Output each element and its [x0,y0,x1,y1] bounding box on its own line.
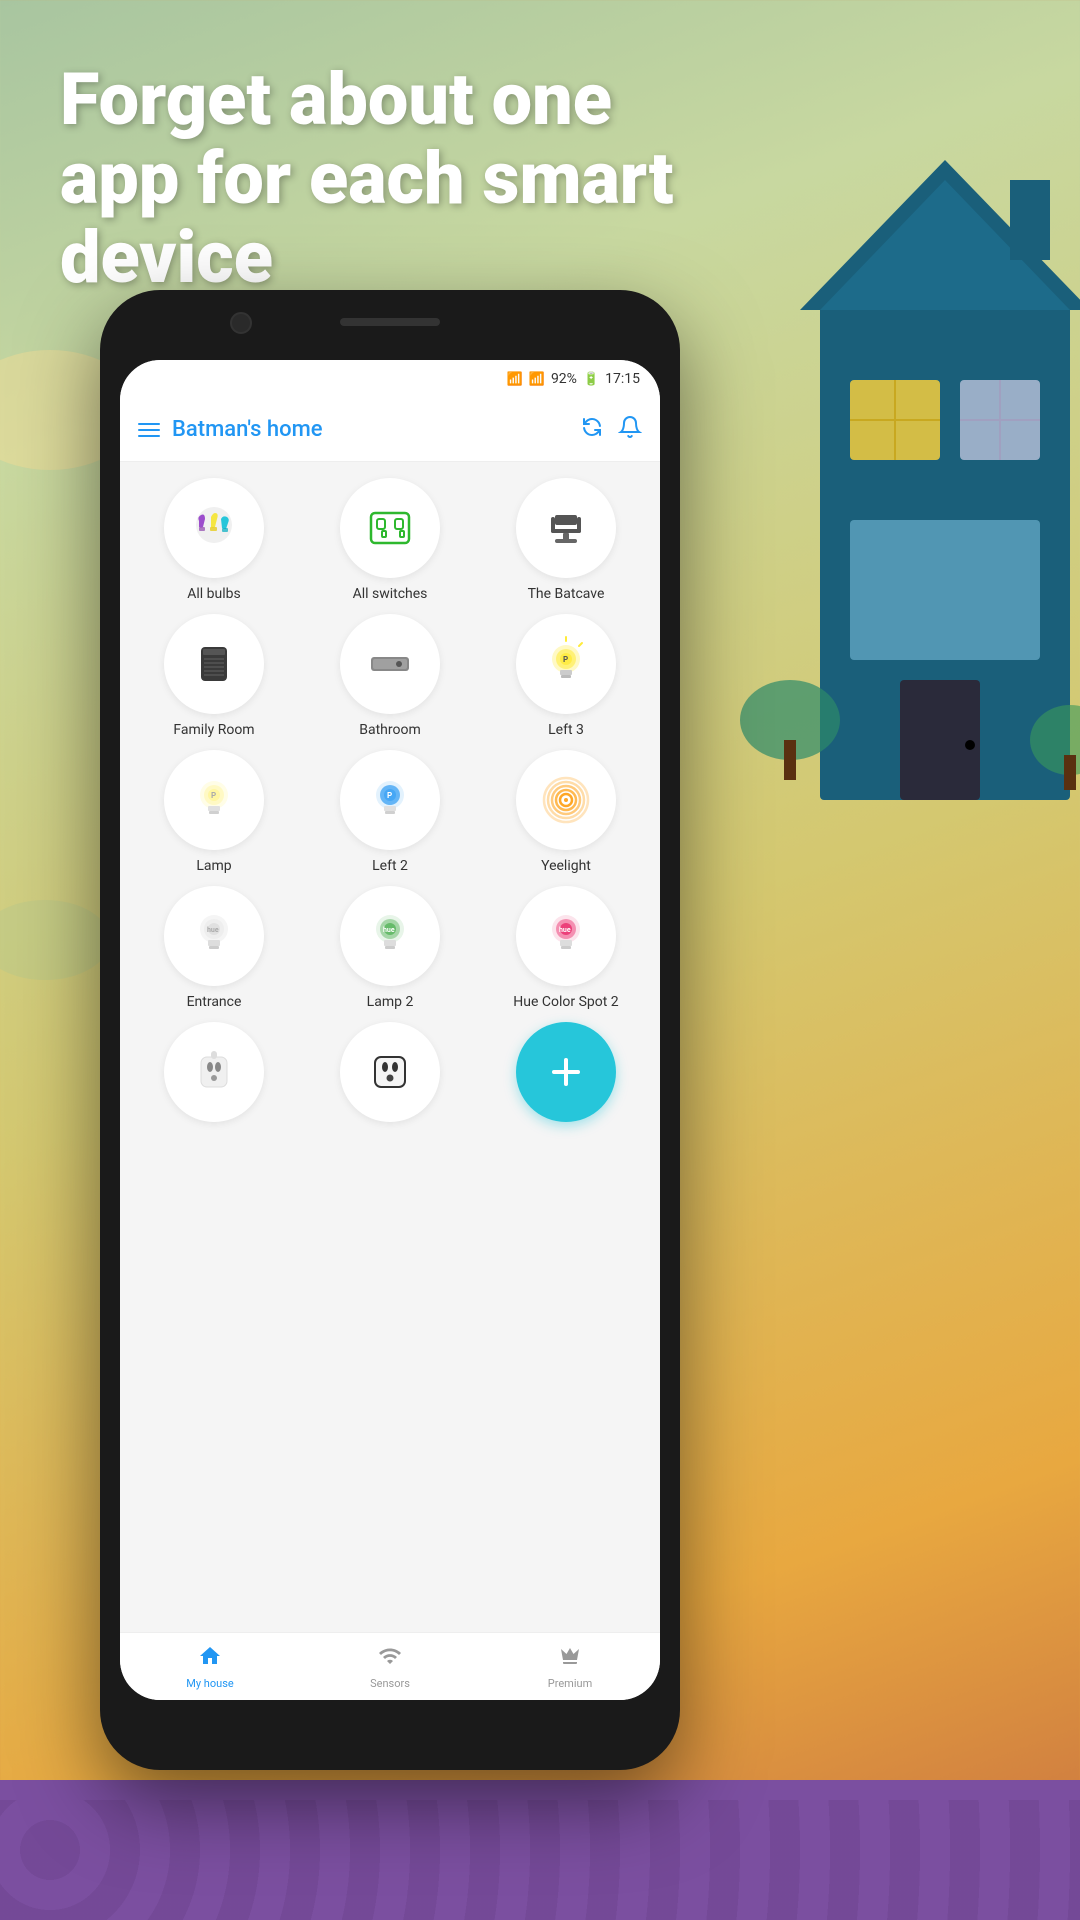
app-title: Batman's home [172,417,568,442]
my-house-label: My house [186,1677,233,1690]
device-left-2[interactable]: P Left 2 [308,750,472,874]
device-family-room[interactable]: Family Room [132,614,296,738]
header-icons [580,415,642,445]
house-illustration [740,100,1080,980]
left-2-icon: P [340,750,440,850]
yeelight-label: Yeelight [541,858,591,874]
menu-button[interactable] [138,423,160,437]
sensors-label: Sensors [370,1677,410,1690]
ground-pattern [0,1800,1080,1920]
notifications-button[interactable] [618,415,642,445]
battery-level: 92% [551,371,577,387]
svg-text:hue: hue [559,926,571,934]
entrance-icon: hue [164,886,264,986]
all-bulbs-label: All bulbs [187,586,240,602]
family-room-icon [164,614,264,714]
wifi-icon: 📶 [507,372,523,387]
lamp-icon: P [164,750,264,850]
app-header: Batman's home [120,398,660,462]
signal-icon: 📶 [529,372,545,387]
left-3-icon: P [516,614,616,714]
device-plug-2[interactable] [308,1022,472,1130]
lamp-2-label: Lamp 2 [367,994,414,1010]
svg-text:hue: hue [383,926,395,934]
svg-text:P: P [211,791,216,800]
plug-1-icon [164,1022,264,1122]
svg-text:hue: hue [207,926,219,934]
lamp-2-icon: hue [340,886,440,986]
status-bar: 📶 📶 92% 🔋 17:15 [120,360,660,398]
device-grid: All bulbs [132,478,648,1130]
phone-speaker [340,318,440,326]
bg-blob-2 [0,900,110,980]
device-all-bulbs[interactable]: All bulbs [132,478,296,602]
device-lamp-2[interactable]: hue Lamp 2 [308,886,472,1010]
family-room-label: Family Room [173,722,254,738]
phone-screen: 📶 📶 92% 🔋 17:15 Batman's home [120,360,660,1700]
sensors-icon [378,1644,402,1674]
svg-text:P: P [387,791,392,800]
crown-icon [558,1644,582,1674]
batcave-icon [516,478,616,578]
left-3-label: Left 3 [548,722,584,738]
batcave-label: The Batcave [528,586,605,602]
ground [0,1780,1080,1920]
device-plug-1[interactable] [132,1022,296,1130]
device-yeelight[interactable]: Yeelight [484,750,648,874]
device-bathroom[interactable]: Bathroom [308,614,472,738]
device-all-switches[interactable]: All switches [308,478,472,602]
nav-my-house[interactable]: My house [120,1644,300,1690]
yeelight-icon [516,750,616,850]
hue-color-spot-icon: hue [516,886,616,986]
premium-label: Premium [548,1677,592,1690]
all-switches-label: All switches [353,586,428,602]
svg-text:P: P [563,655,568,664]
device-the-batcave[interactable]: The Batcave [484,478,648,602]
plug-2-icon [340,1022,440,1122]
headline: Forget about one app for each smart devi… [60,60,700,298]
lamp-label: Lamp [196,858,231,874]
left-2-label: Left 2 [372,858,408,874]
add-device-button[interactable] [484,1022,648,1130]
nav-sensors[interactable]: Sensors [300,1644,480,1690]
device-grid-area: All bulbs [120,462,660,1662]
time-display: 17:15 [605,371,640,387]
phone-camera [230,312,252,334]
entrance-label: Entrance [187,994,242,1010]
bottom-nav: My house Sensors Premium [120,1632,660,1700]
device-lamp[interactable]: P Lamp [132,750,296,874]
battery-icon: 🔋 [583,372,599,387]
device-entrance[interactable]: hue Entrance [132,886,296,1010]
refresh-button[interactable] [580,415,604,445]
nav-premium[interactable]: Premium [480,1644,660,1690]
hue-color-spot-label: Hue Color Spot 2 [513,994,618,1010]
phone-frame: 📶 📶 92% 🔋 17:15 Batman's home [100,290,680,1770]
add-icon [516,1022,616,1122]
device-hue-color-spot[interactable]: hue Hue Color Spot 2 [484,886,648,1010]
home-icon [198,1644,222,1674]
all-bulbs-icon [164,478,264,578]
bathroom-label: Bathroom [359,722,420,738]
all-switches-icon [340,478,440,578]
device-left-3[interactable]: P Left 3 [484,614,648,738]
bathroom-icon [340,614,440,714]
